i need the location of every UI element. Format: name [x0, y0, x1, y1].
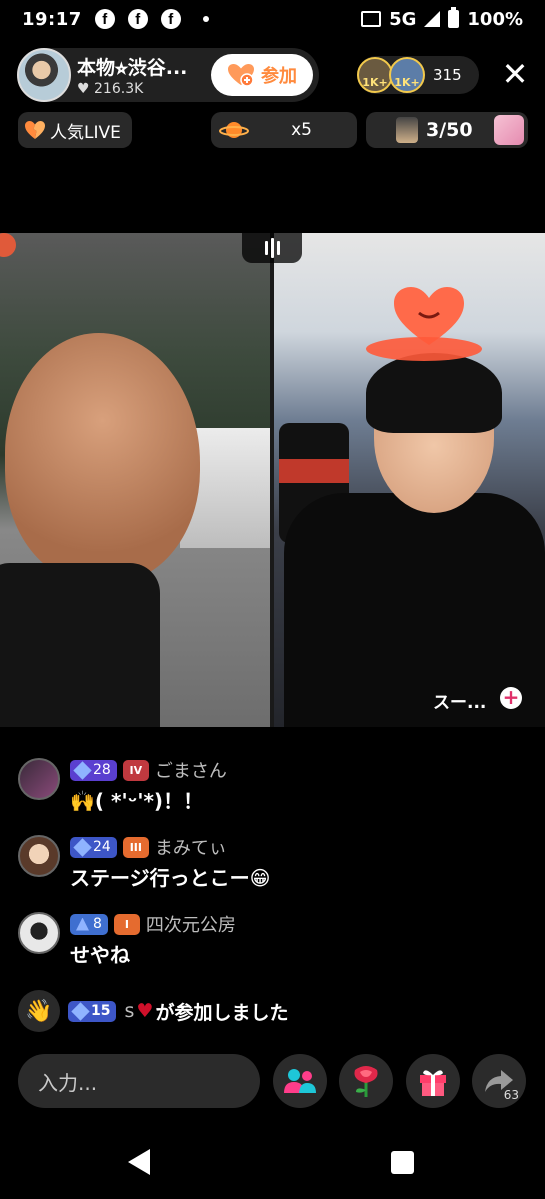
- commenter-name[interactable]: 四次元公房: [146, 911, 236, 937]
- close-icon[interactable]: ✕: [498, 58, 532, 92]
- commenter-name[interactable]: まみてぃ: [155, 834, 227, 860]
- host-card[interactable]: 本物⭐︎渋谷... ♥ 216.3K 参加: [17, 48, 319, 102]
- user-level-badge: 15: [68, 1000, 117, 1022]
- rose-gift-button[interactable]: [339, 1054, 393, 1108]
- rank-badge: I: [113, 913, 140, 935]
- popular-live-chip[interactable]: 人気LIVE: [18, 112, 132, 148]
- commenter-avatar[interactable]: [18, 758, 60, 800]
- signal-icon: [424, 11, 441, 27]
- facebook-icon: f: [127, 9, 148, 29]
- gem-icon: [71, 1001, 90, 1021]
- join-label: 参加: [261, 66, 297, 87]
- viewer-list[interactable]: 1K+ 1K+ 315: [357, 56, 479, 94]
- join-notification-text: が参加しました: [155, 1001, 289, 1024]
- red-heart-icon: ♥: [136, 1000, 154, 1022]
- heart-icon: ♥: [77, 81, 90, 97]
- gem-icon: [73, 760, 92, 780]
- heart-plus-icon: [228, 64, 254, 87]
- triangle-icon: [76, 917, 89, 931]
- battery-label: 100%: [467, 8, 523, 30]
- planet-icon: [219, 122, 249, 138]
- guest-name-label: スー...: [433, 693, 487, 713]
- rose-icon: [354, 1066, 378, 1097]
- wave-hand-icon: 👋: [18, 990, 60, 1032]
- facebook-icon: f: [160, 9, 181, 29]
- comment-text: 🙌( *'ᵕ'*)！！: [70, 789, 204, 813]
- host-name: 本物⭐︎渋谷...: [77, 57, 188, 79]
- status-time: 19:17: [22, 8, 82, 30]
- host-avatar[interactable]: [17, 48, 71, 102]
- stage-chip[interactable]: 3/50: [366, 112, 528, 148]
- popular-live-label: 人気LIVE: [50, 122, 121, 143]
- facebook-icon: f: [94, 9, 115, 29]
- commenter-avatar[interactable]: [18, 912, 60, 954]
- comment-text: ステージ行っとこー😁: [70, 866, 271, 890]
- user-level-badge: 28: [70, 759, 117, 781]
- comment-item[interactable]: 24 III まみてぃ ステージ行っとこー😁: [18, 835, 270, 891]
- rank-badge: III: [122, 836, 149, 858]
- commenter-avatar[interactable]: [18, 835, 60, 877]
- viewer-count: 315: [433, 66, 462, 84]
- host-video-subject: [5, 333, 200, 583]
- people-icon: [284, 1069, 316, 1093]
- gem-icon: [73, 837, 92, 857]
- gift-button[interactable]: [406, 1054, 460, 1108]
- home-icon[interactable]: [391, 1151, 414, 1174]
- stage-count: 3/50: [426, 119, 473, 141]
- notification-dot-icon: [202, 16, 209, 22]
- comment-input[interactable]: 入力...: [18, 1054, 260, 1108]
- boost-multiplier: x5: [291, 120, 312, 140]
- guest-video-subject: [366, 353, 502, 433]
- live-video-area[interactable]: スー... +: [0, 233, 545, 727]
- guests-button[interactable]: [273, 1054, 327, 1108]
- gift-box-icon[interactable]: [494, 115, 524, 145]
- system-navigation-bar: [0, 1125, 545, 1199]
- stage-thumbnail: [396, 117, 418, 143]
- battery-icon: [448, 7, 460, 28]
- host-video[interactable]: [0, 233, 270, 727]
- comment-item[interactable]: 8 I 四次元公房 せやね: [18, 912, 236, 968]
- broken-heart-icon: [25, 121, 45, 139]
- join-notification: 👋 15 s ♥ が参加しました: [18, 990, 288, 1032]
- boost-chip[interactable]: x5: [211, 112, 357, 148]
- share-button[interactable]: 63: [472, 1054, 526, 1108]
- status-bar: 19:17 f f f 5G 100%: [0, 0, 545, 38]
- gift-icon: [420, 1070, 446, 1096]
- cast-icon: [361, 11, 382, 27]
- commenter-name[interactable]: ごまさん: [155, 757, 227, 783]
- follow-guest-button[interactable]: +: [500, 687, 522, 709]
- comment-item[interactable]: 28 IV ごまさん 🙌( *'ᵕ'*)！！: [18, 758, 227, 814]
- heart-effect-icon: [366, 287, 482, 361]
- share-count: 63: [503, 1088, 519, 1102]
- back-icon[interactable]: [128, 1149, 150, 1175]
- join-button[interactable]: 参加: [211, 54, 313, 96]
- joined-user-name[interactable]: s: [124, 1000, 134, 1022]
- top-viewer-badge[interactable]: 1K+: [389, 57, 425, 93]
- network-label: 5G: [389, 8, 417, 30]
- top-viewer-badge[interactable]: 1K+: [357, 57, 393, 93]
- guest-video[interactable]: [274, 233, 545, 727]
- user-level-badge: 8: [70, 913, 108, 935]
- user-level-badge: 24: [70, 836, 117, 858]
- stage-handle[interactable]: [242, 233, 302, 263]
- host-video-subject: [0, 563, 160, 727]
- comment-text: せやね: [70, 943, 130, 967]
- rank-badge: IV: [122, 759, 149, 781]
- host-likes: ♥ 216.3K: [77, 81, 144, 97]
